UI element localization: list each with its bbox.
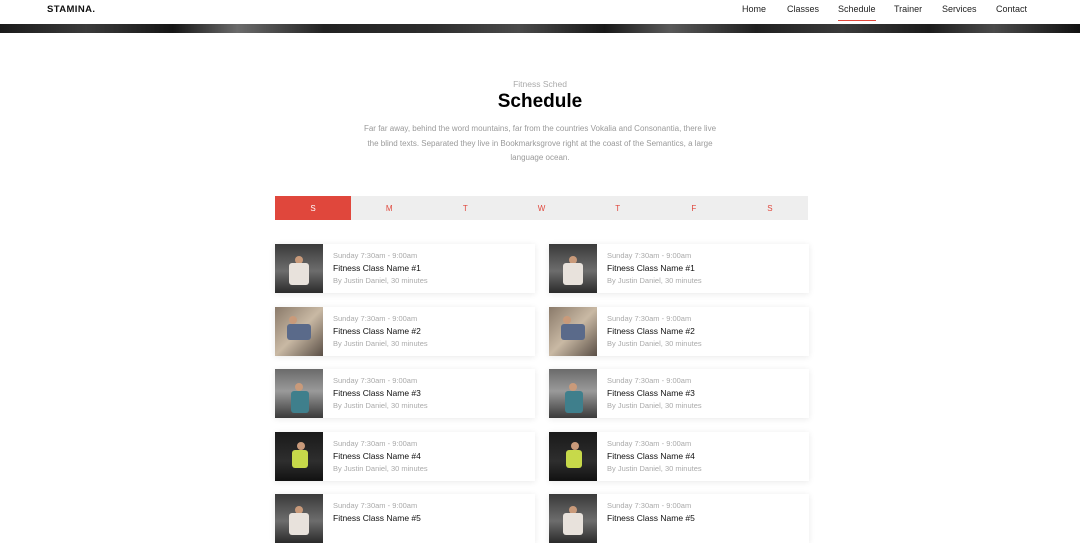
- class-photo: [549, 431, 597, 481]
- class-instructor: By Justin Daniel, 30 minutes: [333, 276, 428, 285]
- hero-image-strip: [0, 24, 1080, 33]
- tab-wednesday[interactable]: W: [503, 196, 579, 220]
- tab-monday[interactable]: M: [351, 196, 427, 220]
- tab-thursday[interactable]: T: [580, 196, 656, 220]
- section-eyebrow: Fitness Sched: [513, 79, 567, 89]
- nav-services[interactable]: Services: [942, 3, 977, 21]
- class-time: Sunday 7:30am - 9:00am: [333, 251, 418, 260]
- class-time: Sunday 7:30am - 9:00am: [607, 501, 692, 510]
- class-instructor: By Justin Daniel, 30 minutes: [333, 401, 428, 410]
- nav-trainer[interactable]: Trainer: [894, 3, 922, 21]
- class-time: Sunday 7:30am - 9:00am: [333, 501, 418, 510]
- class-instructor: By Justin Daniel, 30 minutes: [607, 276, 702, 285]
- class-instructor: By Justin Daniel, 30 minutes: [333, 463, 428, 473]
- class-card[interactable]: Sunday 7:30am - 9:00am Fitness Class Name…: [275, 244, 535, 293]
- class-name: Fitness Class Name #2: [333, 325, 421, 336]
- nav-contact[interactable]: Contact: [996, 3, 1027, 21]
- class-card[interactable]: Sunday 7:30am - 9:00am Fitness Class Name…: [549, 306, 809, 356]
- class-card[interactable]: Sunday 7:30am - 9:00am Fitness Class Name…: [549, 494, 809, 543]
- section-description: Far far away, behind the word mountains,…: [363, 124, 717, 162]
- class-card[interactable]: Sunday 7:30am - 9:00am Fitness Class Name…: [275, 494, 535, 543]
- class-instructor: By Justin Daniel, 30 minutes: [607, 338, 702, 348]
- day-tabs: S M T W T F S: [275, 196, 808, 220]
- class-card[interactable]: Sunday 7:30am - 9:00am Fitness Class Name…: [549, 431, 809, 481]
- class-card[interactable]: Sunday 7:30am - 9:00am Fitness Class Name…: [275, 431, 535, 481]
- nav-home[interactable]: Home: [742, 3, 766, 21]
- tab-saturday[interactable]: S: [732, 196, 808, 220]
- class-name: Fitness Class Name #5: [333, 513, 421, 523]
- site-header: STAMINA. Home Classes Schedule Trainer S…: [0, 0, 1080, 24]
- class-name: Fitness Class Name #5: [607, 513, 695, 523]
- class-name: Fitness Class Name #2: [607, 325, 695, 336]
- class-time: Sunday 7:30am - 9:00am: [607, 313, 692, 323]
- class-card[interactable]: Sunday 7:30am - 9:00am Fitness Class Name…: [549, 369, 809, 418]
- class-name: Fitness Class Name #3: [607, 388, 695, 398]
- site-logo[interactable]: STAMINA.: [47, 4, 95, 15]
- class-photo: [549, 306, 597, 356]
- class-card[interactable]: Sunday 7:30am - 9:00am Fitness Class Name…: [549, 244, 809, 293]
- class-name: Fitness Class Name #1: [333, 263, 421, 273]
- class-photo: [549, 244, 597, 293]
- tab-friday[interactable]: F: [656, 196, 732, 220]
- class-card[interactable]: Sunday 7:30am - 9:00am Fitness Class Name…: [275, 369, 535, 418]
- page-title: Schedule: [497, 91, 583, 112]
- class-photo: [275, 369, 323, 418]
- class-time: Sunday 7:30am - 9:00am: [607, 376, 692, 385]
- class-name: Fitness Class Name #4: [333, 450, 421, 461]
- tab-sunday[interactable]: S: [275, 196, 352, 220]
- class-instructor: By Justin Daniel, 30 minutes: [333, 338, 428, 348]
- class-photo: [275, 494, 323, 543]
- class-card[interactable]: Sunday 7:30am - 9:00am Fitness Class Name…: [275, 306, 535, 356]
- class-time: Sunday 7:30am - 9:00am: [333, 376, 418, 385]
- tab-tuesday[interactable]: T: [427, 196, 503, 220]
- class-photo: [549, 369, 597, 418]
- class-time: Sunday 7:30am - 9:00am: [607, 438, 692, 448]
- nav-schedule[interactable]: Schedule: [838, 3, 876, 21]
- class-name: Fitness Class Name #4: [607, 450, 695, 461]
- class-name: Fitness Class Name #1: [607, 263, 695, 273]
- class-time: Sunday 7:30am - 9:00am: [333, 438, 418, 448]
- class-time: Sunday 7:30am - 9:00am: [607, 251, 692, 260]
- class-instructor: By Justin Daniel, 30 minutes: [607, 463, 702, 473]
- class-time: Sunday 7:30am - 9:00am: [333, 313, 418, 323]
- class-photo: [275, 244, 323, 293]
- nav-classes[interactable]: Classes: [787, 3, 819, 21]
- class-photo: [275, 431, 323, 481]
- class-name: Fitness Class Name #3: [333, 388, 421, 398]
- class-instructor: By Justin Daniel, 30 minutes: [607, 401, 702, 410]
- class-photo: [549, 494, 597, 543]
- class-photo: [275, 306, 323, 356]
